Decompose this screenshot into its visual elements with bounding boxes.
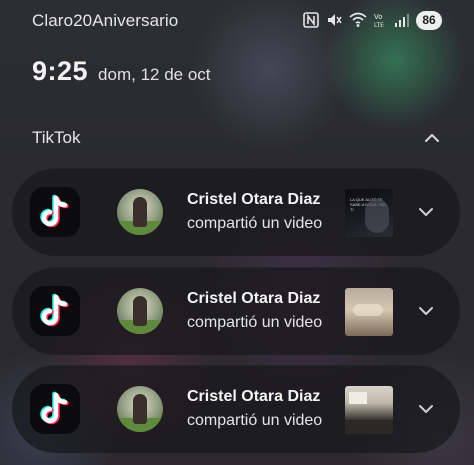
carrier-name: Claro20Aniversario [32, 11, 179, 30]
chevron-down-icon[interactable] [417, 304, 435, 318]
avatar [117, 189, 163, 235]
nfc-icon [303, 12, 319, 28]
tiktok-icon [30, 384, 80, 434]
chevron-up-icon[interactable] [422, 130, 442, 146]
notification-card[interactable]: Cristel Otara Diaz compartió un video [12, 365, 460, 453]
mute-icon [326, 12, 342, 28]
notification-message: compartió un video [187, 412, 323, 429]
notification-message: compartió un video [187, 215, 323, 232]
clock-time[interactable]: 9:25 [32, 56, 88, 87]
sender-name: Cristel Otara Diaz [187, 388, 321, 405]
date-label[interactable]: dom, 12 de oct [98, 65, 210, 85]
signal-icon [395, 13, 409, 27]
notification-group-header[interactable]: TikTok [32, 128, 442, 150]
chevron-down-icon[interactable] [417, 402, 435, 416]
notification-card[interactable]: Cristel Otara Diaz compartió un video [12, 267, 460, 355]
chevron-down-icon[interactable] [417, 205, 435, 219]
video-thumbnail: LA QUE ALGO TE SABE A NADA / SIN TI [345, 189, 393, 237]
battery-icon: 86 [416, 10, 442, 30]
time-date-row: 9:25 dom, 12 de oct [32, 56, 211, 87]
status-bar: Claro20Aniversario Vo LTE 86 [0, 0, 474, 40]
avatar [117, 386, 163, 432]
wifi-icon [349, 12, 367, 28]
notification-card[interactable]: Cristel Otara Diaz compartió un video LA… [12, 168, 460, 256]
video-thumbnail [345, 386, 393, 434]
sender-name: Cristel Otara Diaz [187, 191, 321, 208]
volte-icon: Vo LTE [374, 12, 388, 28]
sender-name: Cristel Otara Diaz [187, 290, 321, 307]
notification-message: compartió un video [187, 314, 323, 331]
status-icons: Vo LTE 86 [303, 10, 442, 30]
svg-text:LTE: LTE [374, 22, 384, 28]
svg-text:Vo: Vo [374, 13, 383, 21]
avatar [117, 288, 163, 334]
tiktok-icon [30, 286, 80, 336]
video-thumbnail [345, 288, 393, 336]
group-app-name: TikTok [32, 128, 81, 147]
tiktok-icon [30, 187, 80, 237]
